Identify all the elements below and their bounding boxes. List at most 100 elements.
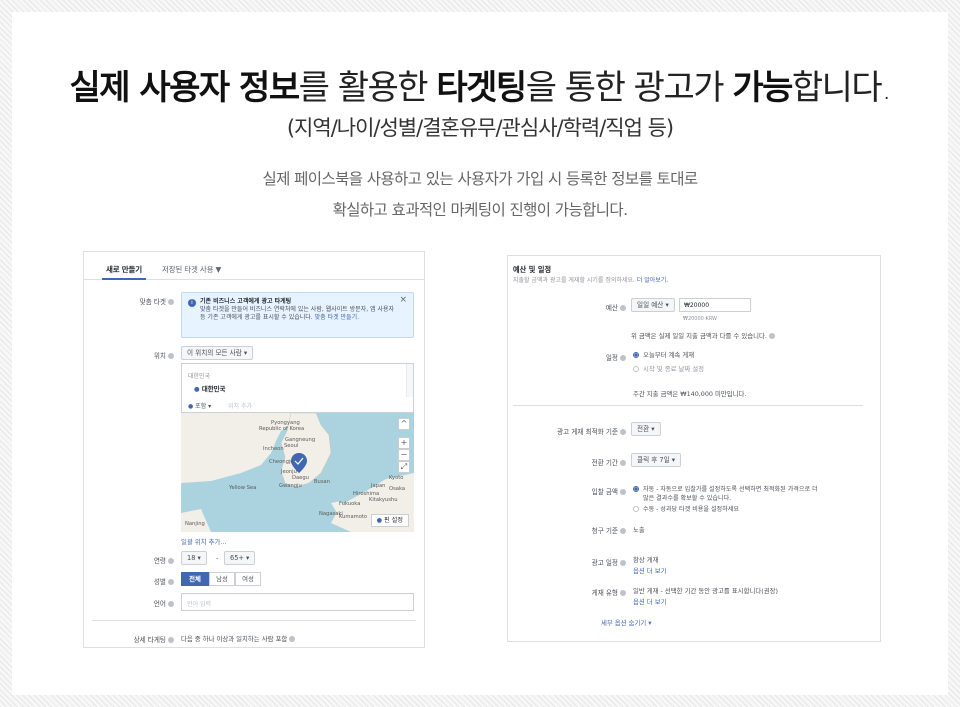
delivery-type-label-text: 게재 유형 [591,589,618,597]
info-icon[interactable] [620,489,626,495]
delivery-type-value: 일반 게재 - 선택한 기간 동안 광고를 표시합니다(권장) [633,587,778,595]
radio-unselected[interactable] [633,366,639,372]
gender-female-button[interactable]: 여성 [235,572,261,586]
fullscreen-button[interactable]: ⤢ [398,461,410,473]
info-body-text: 맞춤 타겟을 만들어 비즈니스 연락처에 있는 사람, 웹사이트 방문자, 앱 … [200,306,395,321]
age-dash: - [216,554,219,562]
schedule-option-continuous-label: 오늘부터 계속 게재 [643,351,695,359]
language-input[interactable]: 언어 입력 [181,593,414,611]
optimization-dropdown[interactable]: 전환 ▾ [631,422,661,436]
drop-pin-button[interactable]: ● 핀 설정 [370,514,409,527]
divider [92,620,416,621]
learn-more-link[interactable]: 더 알아보기. [637,277,668,284]
budget-currency: ₩20000 KRW [683,316,717,322]
headline-segment: 실제 사용자 정보 [69,68,300,108]
divider [513,405,863,406]
headline-segment: 을 통한 광고가 [525,68,733,108]
location-label-text: 위치 [153,352,166,360]
info-icon[interactable] [168,558,174,564]
delivery-more-link[interactable]: 옵션 더 보기 [633,597,666,606]
map-label: Daegu [292,475,309,481]
location-label: 위치 [88,350,174,360]
tab-create-new[interactable]: 새로 만들기 [102,264,146,280]
schedule-option-dates[interactable]: 시작 및 종료 날짜 설정 [633,364,704,373]
charge-value: 노출 [633,526,645,534]
schedule-label: 일정 [508,352,626,362]
location-map[interactable]: Pyongyang Republic of Korea Gangneung Se… [181,413,414,532]
conversion-window-label: 전환 기간 [508,457,626,467]
budget-note-text: 위 금액은 실제 일일 지출 금액과 다를 수 있습니다. [631,332,767,340]
zoom-out-button[interactable]: − [398,449,410,461]
include-dropdown[interactable]: ● 포함 ▾ [188,401,211,410]
gender-male-button[interactable]: 남성 [209,572,235,586]
description-line-1: 실제 페이스북을 사용하고 있는 사용자가 가입 시 등록한 정보를 토대로 [262,170,698,188]
location-search-input[interactable]: 위치 추가 [228,401,252,410]
schedule-option-continuous[interactable]: 오늘부터 계속 게재 [633,350,694,359]
schedule-option-dates-label: 시작 및 종료 날짜 설정 [643,365,705,373]
charge-label: 청구 기준 [508,525,626,535]
bulk-location-link[interactable]: 일괄 위치 추가... [181,537,226,546]
custom-audience-label: 맞춤 타겟 [88,296,174,306]
detailed-targeting-description: 다음 중 하나 이상과 일치하는 사람 포함 [181,634,296,643]
map-label: Cheongju [269,459,294,465]
age-min-dropdown[interactable]: 18 ▾ [181,551,207,565]
info-icon[interactable] [768,333,775,339]
info-icon[interactable] [620,305,626,311]
budget-schedule-panel [507,255,881,642]
location-country: 대한민국 [188,373,211,380]
delivery-type-label: 게재 유형 [508,587,626,597]
info-body: 맞춤 타겟을 만들어 비즈니스 연락처에 있는 사람, 웹사이트 방문자, 앱 … [200,306,401,322]
conversion-window-dropdown[interactable]: 클릭 후 7일 ▾ [631,453,682,467]
description-line-2: 확실하고 효과적인 마케팅이 진행이 가능합니다. [332,201,628,219]
charge-label-text: 청구 기준 [591,527,618,535]
gender-all-button[interactable]: 전체 [181,572,209,586]
pin-icon: ● [376,517,382,524]
info-icon[interactable] [168,579,174,585]
info-icon[interactable] [620,528,626,534]
include-dropdown-label: 포함 ▾ [195,403,212,410]
ad-schedule-more-link[interactable]: 옵션 더 보기 [633,566,666,575]
info-icon[interactable] [168,353,174,359]
info-icon[interactable] [168,637,174,643]
section-title: 예산 및 일정 [513,265,552,274]
section-description-text: 지출할 금액과 광고를 게재할 시기를 정의하세요. [513,277,635,284]
info-icon[interactable] [168,601,174,607]
radio-unselected[interactable] [633,506,639,512]
radio-selected[interactable] [633,352,639,358]
ad-schedule-label-text: 광고 일정 [591,559,618,567]
location-scope-dropdown[interactable]: 이 위치의 모든 사람 ▾ [181,346,254,360]
info-icon[interactable] [620,590,626,596]
info-icon[interactable] [620,355,626,361]
gender-label-text: 성별 [153,578,166,586]
zoom-in-button[interactable]: + [398,437,410,449]
info-icon[interactable] [620,460,626,466]
map-label: Gwangju [279,483,302,489]
bid-option-auto-label: 자동 - 자동으로 입찰가를 설정하도록 선택하면 최적화된 가격으로 더 [643,486,818,493]
map-label: Japan [371,483,386,489]
detailed-targeting-description-text: 다음 중 하나 이상과 일치하는 사람 포함 [181,635,288,643]
headline: 실제 사용자 정보를 활용한 타겟팅을 통한 광고가 가능합니다. [0,60,960,109]
bid-option-auto-line2: 많은 결과수를 확보할 수 있습니다. [643,495,732,502]
budget-amount-input[interactable]: ₩20000 [679,298,751,312]
close-icon[interactable]: × [399,296,407,305]
info-icon: i [188,299,196,307]
info-icon[interactable] [168,299,174,305]
bid-option-auto[interactable]: 자동 - 자동으로 입찰가를 설정하도록 선택하면 최적화된 가격으로 더 [633,484,818,493]
age-max-dropdown[interactable]: 65+ ▾ [224,551,256,565]
info-icon[interactable] [289,636,296,642]
language-label-text: 언어 [153,600,166,608]
map-collapse-button[interactable]: ^ [398,418,410,430]
info-icon[interactable] [620,429,626,435]
tab-saved-audience[interactable]: 저장된 타겟 사용 ▼ [162,264,221,275]
create-custom-audience-link[interactable]: 맞춤 타겟 만들기. [315,314,359,321]
budget-type-dropdown[interactable]: 일일 예산 ▾ [631,298,675,312]
map-label: Kumamoto [339,514,368,520]
map-label: Nanjing [185,521,205,527]
bid-option-manual[interactable]: 수동 - 성과당 타겟 비용을 설정하세요 [633,504,739,513]
map-label: Kyoto [389,475,404,481]
map-label: Busan [314,479,331,485]
hide-advanced-options-link[interactable]: 세부 옵션 숨기기 ▾ [601,618,651,627]
map-label: Yellow Sea [229,485,257,491]
info-icon[interactable] [620,560,626,566]
radio-selected[interactable] [633,486,639,492]
